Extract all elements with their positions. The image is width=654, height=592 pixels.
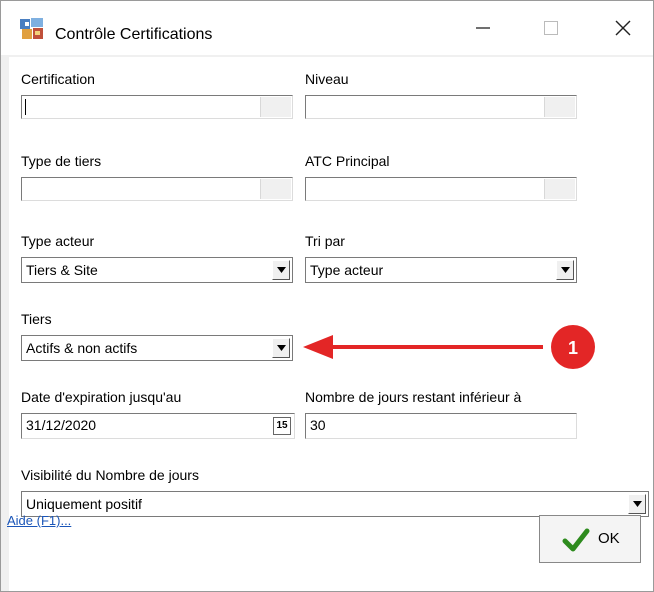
visibilite-label: Visibilité du Nombre de jours xyxy=(21,467,199,483)
atc-principal-field[interactable] xyxy=(305,177,577,201)
tri-par-label: Tri par xyxy=(305,233,345,249)
minimize-icon xyxy=(476,27,490,29)
type-tiers-lookup-button[interactable] xyxy=(260,179,291,199)
niveau-field[interactable] xyxy=(305,95,577,119)
annotation-badge-number: 1 xyxy=(568,338,578,358)
type-tiers-field[interactable] xyxy=(21,177,293,201)
date-expiration-label: Date d'expiration jusqu'au xyxy=(21,389,182,405)
ok-button[interactable]: OK xyxy=(539,515,641,563)
dropdown-button[interactable] xyxy=(272,260,290,280)
calendar-icon[interactable]: 15 xyxy=(273,417,291,435)
tiers-label: Tiers xyxy=(21,311,52,327)
ok-label: OK xyxy=(598,530,620,547)
dialog-window: Contrôle Certifications Certification Ni… xyxy=(0,0,654,592)
dropdown-arrow-icon xyxy=(277,345,286,351)
checkmark-icon xyxy=(562,528,590,552)
dialog-body: Certification Niveau Type de tiers ATC P… xyxy=(9,57,653,591)
tiers-select[interactable]: Actifs & non actifs xyxy=(21,335,293,361)
dropdown-arrow-icon xyxy=(633,501,642,507)
type-tiers-label: Type de tiers xyxy=(21,153,102,169)
close-icon xyxy=(615,20,631,36)
certification-label: Certification xyxy=(21,71,95,87)
certification-field[interactable] xyxy=(21,95,293,119)
niveau-lookup-button[interactable] xyxy=(544,97,575,117)
niveau-label: Niveau xyxy=(305,71,349,87)
date-expiration-field[interactable]: 31/12/2020 15 xyxy=(21,413,295,439)
help-link[interactable]: Aide (F1)... xyxy=(7,513,71,528)
title-bar: Contrôle Certifications xyxy=(1,1,653,55)
tri-par-select[interactable]: Type acteur xyxy=(305,257,577,283)
certification-lookup-button[interactable] xyxy=(260,97,291,117)
annotation-arrow: 1 xyxy=(303,325,595,369)
nombre-jours-field[interactable]: 30 xyxy=(305,413,577,439)
text-caret xyxy=(25,99,26,115)
dropdown-button[interactable] xyxy=(272,338,290,358)
type-acteur-label: Type acteur xyxy=(21,233,95,249)
dropdown-button[interactable] xyxy=(556,260,574,280)
dropdown-button[interactable] xyxy=(628,494,646,514)
app-icon xyxy=(19,17,45,41)
minimize-button[interactable] xyxy=(459,1,507,55)
type-acteur-select[interactable]: Tiers & Site xyxy=(21,257,293,283)
nombre-jours-label: Nombre de jours restant inférieur à xyxy=(305,389,522,405)
atc-principal-lookup-button[interactable] xyxy=(544,179,575,199)
visibilite-select[interactable]: Uniquement positif xyxy=(21,491,649,517)
dropdown-arrow-icon xyxy=(561,267,570,273)
maximize-icon xyxy=(544,21,558,35)
close-button[interactable] xyxy=(599,1,647,55)
window-title: Contrôle Certifications xyxy=(55,26,213,43)
maximize-button[interactable] xyxy=(527,1,575,55)
atc-principal-label: ATC Principal xyxy=(305,153,390,169)
dropdown-arrow-icon xyxy=(277,267,286,273)
